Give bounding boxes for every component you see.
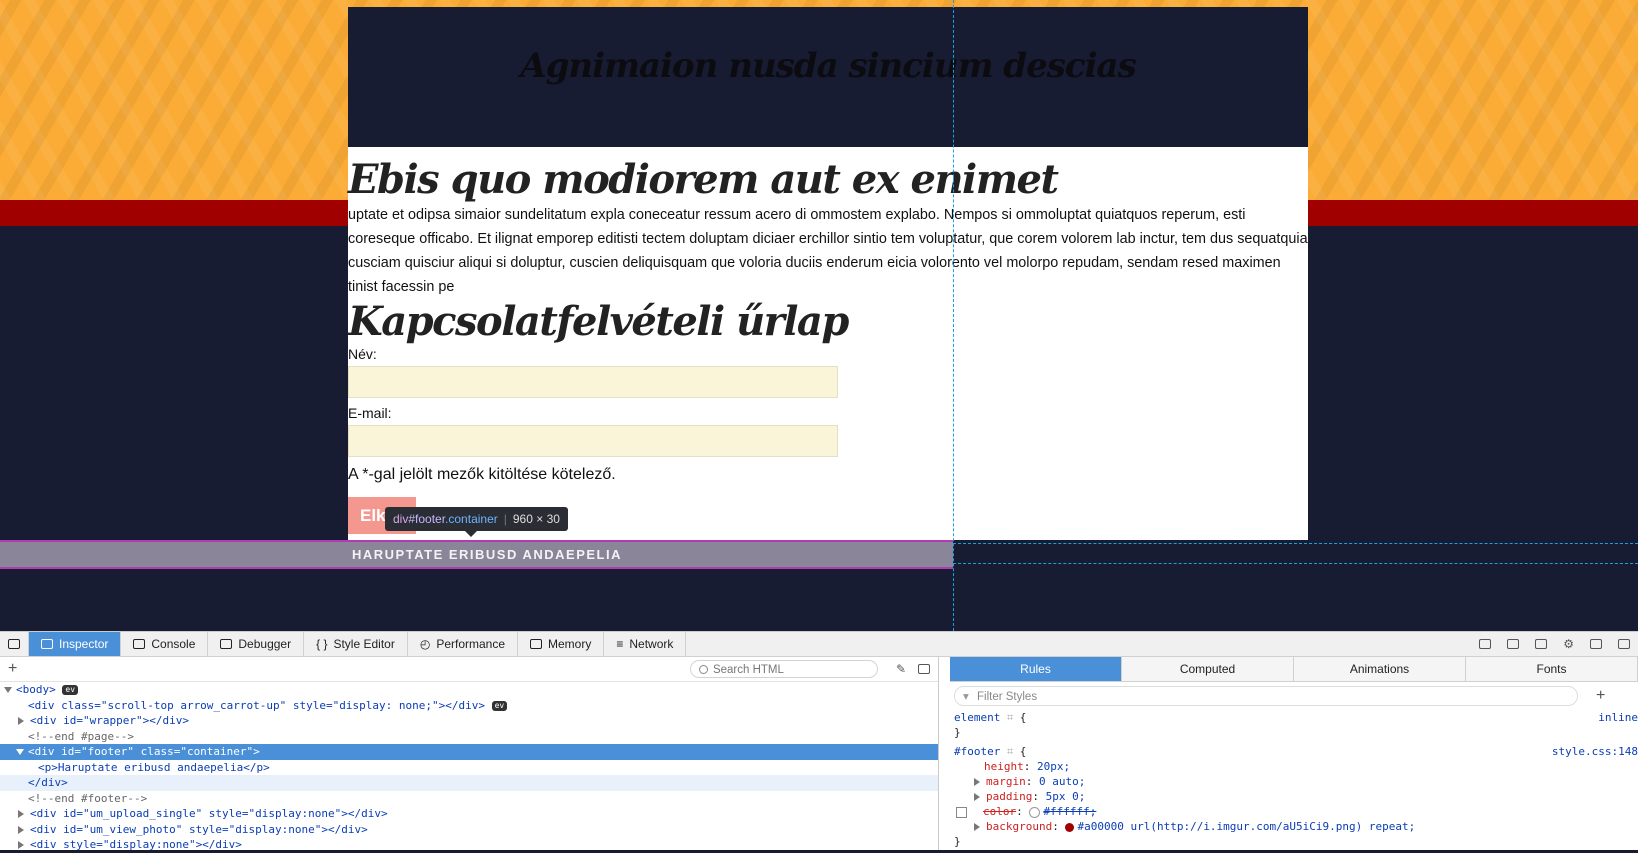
network-icon: ≡: [616, 637, 624, 651]
scratchpad-icon[interactable]: [1507, 639, 1520, 649]
tooltip-class: .container: [445, 512, 498, 526]
split-console-icon[interactable]: [1479, 639, 1492, 649]
devtools-panel: Inspector Console Debugger { } Style Edit…: [0, 631, 1638, 853]
tooltip-size: 960 × 30: [512, 512, 560, 526]
tree-line-hidden-div[interactable]: <div style="display:none"></div>: [0, 837, 938, 853]
tooltip-tag: div: [393, 512, 409, 526]
toolbar-right-controls: ⚙: [1479, 632, 1638, 656]
tab-style-editor[interactable]: { } Style Editor: [304, 632, 408, 656]
event-badge[interactable]: ev: [491, 700, 508, 711]
required-note: A *-gal jelölt mezők kitöltése kötelező.: [348, 466, 616, 483]
tree-line-upload[interactable]: <div id="um_upload_single" style="displa…: [0, 806, 938, 822]
tree-line-footer-close[interactable]: </div>: [0, 775, 938, 791]
email-label: E-mail:: [348, 405, 392, 421]
tree-line-footer-paragraph[interactable]: <p>Haruptate eribusd andaepelia</p>: [0, 760, 938, 776]
guide-line-horizontal-top: [953, 543, 1638, 544]
tree-line-comment-page[interactable]: <!--end #page-->: [0, 729, 938, 745]
tree-line-body[interactable]: <body> ev: [0, 682, 938, 698]
responsive-mode-icon[interactable]: [1535, 639, 1548, 649]
markup-tree: <body> ev <div class="scroll-top arrow_c…: [0, 682, 938, 853]
tree-line-scroll-top[interactable]: <div class="scroll-top arrow_carrot-up" …: [0, 698, 938, 714]
footer-text: HARUPTATE ERIBUSD ANDAEPELIA: [352, 547, 622, 562]
pick-element-button[interactable]: [0, 632, 29, 656]
tab-performance[interactable]: ◴ Performance: [408, 632, 519, 656]
tooltip-id: #footer: [408, 512, 446, 526]
name-label: Név:: [348, 346, 377, 362]
eyedropper-icon[interactable]: ✎: [896, 662, 906, 676]
tab-rules[interactable]: Rules: [950, 657, 1122, 681]
filter-icon: ▾: [963, 691, 969, 703]
page-wrapper: Agnimaion nusda sincium descias Ebis quo…: [348, 7, 1308, 540]
rule-prop-background[interactable]: background: #a00000 url(http://i.imgur.c…: [954, 819, 1638, 834]
email-field[interactable]: [348, 425, 838, 457]
add-node-icon[interactable]: +: [0, 660, 17, 678]
devtools-toolbar: Inspector Console Debugger { } Style Edit…: [0, 632, 1638, 657]
highlight-selector-icon[interactable]: ⌗: [1007, 711, 1013, 724]
add-rule-icon[interactable]: +: [1596, 687, 1605, 705]
tab-animations[interactable]: Animations: [1294, 657, 1466, 681]
disable-checkbox[interactable]: [956, 806, 967, 818]
tree-line-footer-selected[interactable]: <div id="footer" class="container">: [0, 744, 938, 760]
rule-prop-margin[interactable]: margin: 0 auto;: [954, 774, 1638, 789]
search-icon: [698, 665, 708, 674]
tab-inspector[interactable]: Inspector: [29, 632, 122, 656]
debugger-icon: [220, 639, 233, 649]
tree-line-view-photo[interactable]: <div id="um_view_photo" style="display:n…: [0, 822, 938, 838]
pick-element-icon: [8, 639, 20, 649]
rules-list: element ⌗ {inline } #footer ⌗ {style.css…: [954, 710, 1638, 848]
name-field[interactable]: [348, 366, 838, 398]
site-header: Agnimaion nusda sincium descias: [348, 7, 1308, 147]
tab-debugger[interactable]: Debugger: [208, 632, 305, 656]
page-paragraph: uptate et odipsa simaior sundelitatum ex…: [348, 207, 1308, 295]
tab-computed[interactable]: Computed: [1122, 657, 1294, 681]
markup-pane: + Search HTML ✎ <body> ev <div class="sc…: [0, 657, 939, 853]
rule-selector-footer: #footer: [954, 745, 1001, 758]
filter-styles-input[interactable]: ▾ Filter Styles: [954, 686, 1578, 706]
tab-fonts[interactable]: Fonts: [1466, 657, 1638, 681]
rule-source-inline[interactable]: inline: [1598, 710, 1638, 725]
rules-pane: Rules Computed Animations Fonts ▾ Filter …: [950, 657, 1638, 850]
inspector-icon: [41, 639, 53, 649]
rule-source-stylesheet[interactable]: style.css:148: [1552, 744, 1638, 759]
rule-prop-padding[interactable]: padding: 5px 0;: [954, 789, 1638, 804]
page-content: Ebis quo modiorem aut ex enimet uptate e…: [348, 147, 1308, 540]
toggle-sidebar-icon[interactable]: [918, 664, 930, 674]
braces-icon: { }: [316, 637, 328, 651]
tab-memory[interactable]: Memory: [518, 632, 605, 656]
page-heading: Ebis quo modiorem aut ex enimet: [348, 156, 1059, 203]
separate-window-icon[interactable]: [1618, 639, 1630, 649]
highlight-selector-icon[interactable]: ⌗: [1007, 745, 1013, 758]
console-icon: [133, 639, 146, 649]
rule-prop-height[interactable]: height: 20px;: [954, 759, 1638, 774]
dock-side-icon[interactable]: [1590, 639, 1602, 649]
tab-console[interactable]: Console: [121, 632, 209, 656]
markup-toolbar: + Search HTML ✎: [0, 657, 938, 682]
sidebar-tabs: Rules Computed Animations Fonts: [950, 657, 1638, 682]
tree-line-wrapper[interactable]: <div id="wrapper"></div>: [0, 713, 938, 729]
rule-prop-color[interactable]: color: #ffffff;: [954, 804, 1638, 819]
gear-icon[interactable]: ⚙: [1563, 637, 1574, 651]
tab-network[interactable]: ≡ Network: [604, 632, 687, 656]
tree-line-comment-footer[interactable]: <!--end #footer-->: [0, 791, 938, 807]
guide-line-vertical: [953, 0, 954, 631]
element-tooltip: div#footer.container | 960 × 30: [385, 507, 568, 537]
color-swatch-white[interactable]: [1029, 806, 1041, 818]
gauge-icon: ◴: [419, 637, 431, 651]
rule-selector-element: element: [954, 711, 1001, 724]
form-heading: Kapcsolatfelvételi űrlap: [348, 298, 849, 345]
memory-icon: [530, 639, 543, 649]
guide-line-horizontal-bottom: [953, 563, 1638, 564]
event-badge[interactable]: ev: [62, 685, 79, 695]
search-html-input[interactable]: Search HTML: [689, 660, 878, 678]
color-swatch-red[interactable]: [1065, 822, 1075, 832]
site-title: Agnimaion nusda sincium descias: [520, 46, 1136, 86]
